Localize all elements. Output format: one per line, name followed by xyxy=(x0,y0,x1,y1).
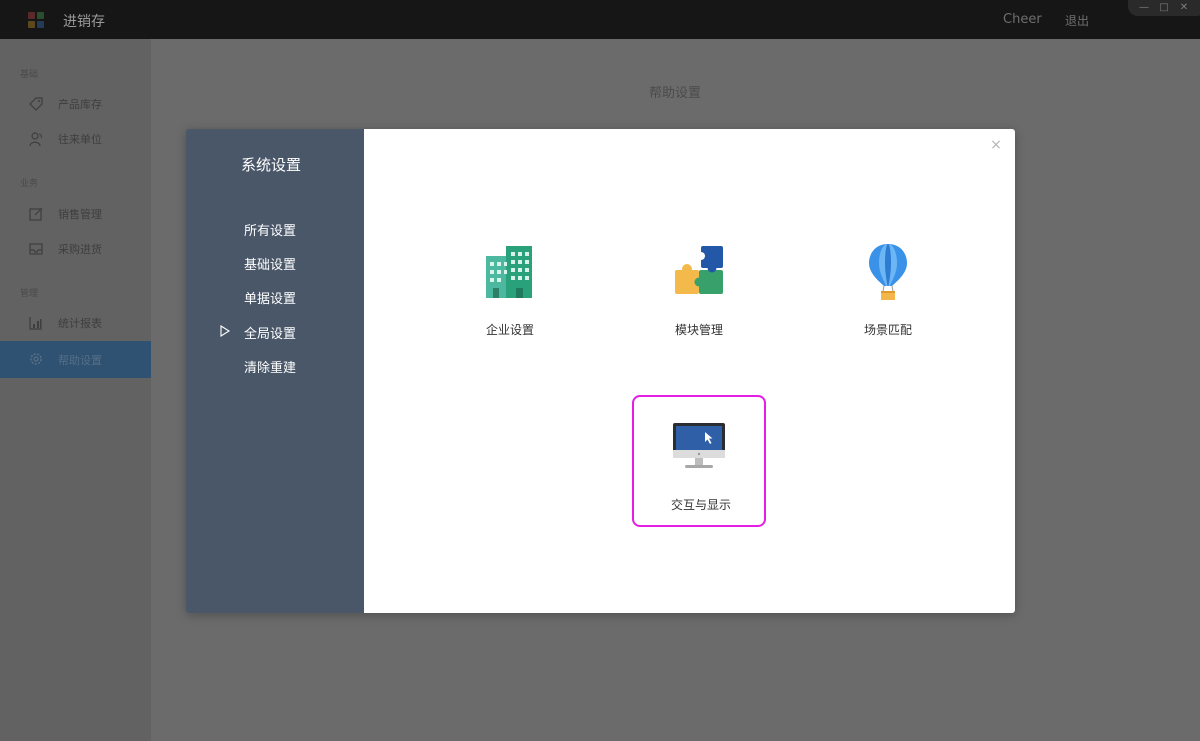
menu-item-label: 全局设置 xyxy=(244,327,297,342)
monitor-icon xyxy=(673,423,725,468)
page-title: 帮助设置 xyxy=(648,86,701,101)
menu-item-global-settings[interactable]: 全局设置 xyxy=(186,319,364,345)
menu-item-clear-rebuild[interactable]: 清除重建 xyxy=(186,353,364,379)
tag-icon xyxy=(29,97,43,111)
users-icon xyxy=(29,132,42,147)
sidebar-item-purchase[interactable]: 采购进货 xyxy=(0,234,151,264)
menu-item-label: 单据设置 xyxy=(244,292,297,307)
menu-item-all-settings[interactable]: 所有设置 xyxy=(186,216,364,242)
sidebar: 基础 产品库存 往来单位 业务 销售管理 采购进货 管理 统计报表 帮助设置 xyxy=(0,39,151,741)
app-title: 进销存 xyxy=(63,14,105,30)
sidebar-item-label: 销售管理 xyxy=(58,208,102,221)
sidebar-item-sales[interactable]: 销售管理 xyxy=(0,199,151,229)
menu-item-label: 所有设置 xyxy=(244,224,297,239)
minimize-icon[interactable]: — xyxy=(1137,2,1151,14)
menu-item-basic-settings[interactable]: 基础设置 xyxy=(186,250,364,276)
menu-item-document-settings[interactable]: 单据设置 xyxy=(186,284,364,310)
tile-label: 交互与显示 xyxy=(670,498,731,512)
triangle-right-icon xyxy=(220,325,231,337)
sidebar-item-label: 产品库存 xyxy=(58,98,102,111)
tile-enterprise-settings[interactable]: 企业设置 xyxy=(443,242,577,374)
dialog-sidebar: 系统设置 所有设置 基础设置 单据设置 全局设置 清除重建 xyxy=(186,129,364,613)
tile-scene-matching[interactable]: 场景匹配 xyxy=(821,242,955,374)
sidebar-item-label: 帮助设置 xyxy=(58,354,102,367)
gear-icon xyxy=(30,353,42,365)
title-bar: 进销存 Cheer 退出 — □ ✕ xyxy=(0,0,1200,39)
user-name[interactable]: Cheer xyxy=(1003,12,1042,27)
sidebar-item-label: 采购进货 xyxy=(58,243,102,256)
tile-label: 模块管理 xyxy=(674,323,723,337)
bar-chart-icon xyxy=(29,317,42,330)
close-window-icon[interactable]: ✕ xyxy=(1177,2,1191,14)
hot-air-balloon-icon xyxy=(869,244,907,300)
tile-label: 场景匹配 xyxy=(863,323,912,337)
tile-interaction-display[interactable]: 交互与显示 xyxy=(632,395,766,527)
tile-module-management[interactable]: 模块管理 xyxy=(632,242,766,374)
logout-link[interactable]: 退出 xyxy=(1065,12,1089,29)
maximize-icon[interactable]: □ xyxy=(1157,2,1171,14)
sidebar-item-products[interactable]: 产品库存 xyxy=(0,89,151,119)
menu-item-label: 基础设置 xyxy=(244,258,297,273)
dialog-content: × 企业设置 模块管理 场景匹配 交互与显示 xyxy=(364,129,1015,613)
puzzle-icon xyxy=(675,246,723,294)
system-settings-dialog: 系统设置 所有设置 基础设置 单据设置 全局设置 清除重建 × 企业设置 模块管… xyxy=(186,129,1015,613)
inbox-icon xyxy=(29,243,43,255)
sidebar-item-partners[interactable]: 往来单位 xyxy=(0,124,151,154)
menu-item-label: 清除重建 xyxy=(244,361,297,376)
sidebar-item-help-settings[interactable]: 帮助设置 xyxy=(0,341,151,378)
app-logo-icon xyxy=(28,12,44,28)
tile-label: 企业设置 xyxy=(485,323,534,337)
sidebar-item-reports[interactable]: 统计报表 xyxy=(0,308,151,338)
window-controls: — □ ✕ xyxy=(1128,0,1200,16)
close-icon[interactable]: × xyxy=(988,137,1004,153)
sidebar-item-label: 往来单位 xyxy=(58,133,102,146)
sidebar-group-basic: 基础 xyxy=(20,70,39,80)
sidebar-item-label: 统计报表 xyxy=(58,317,102,330)
edit-icon xyxy=(29,207,43,221)
sidebar-group-management: 管理 xyxy=(20,289,39,299)
building-icon xyxy=(486,246,532,298)
dialog-title: 系统设置 xyxy=(240,156,301,174)
sidebar-group-business: 业务 xyxy=(20,179,39,189)
